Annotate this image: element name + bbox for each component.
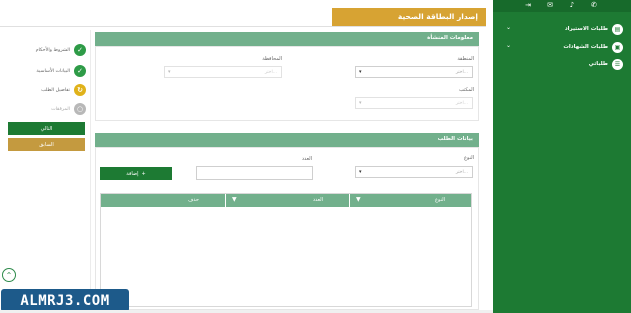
count-input[interactable] xyxy=(196,166,313,180)
items-table: حذف العدد ▼ النوع ▼ xyxy=(100,193,472,307)
header-divider xyxy=(0,26,486,27)
table-header: حذف العدد ▼ النوع ▼ xyxy=(101,194,471,207)
chevron-down-icon[interactable]: ⌄ xyxy=(506,42,511,49)
certificate-icon: ▣ xyxy=(612,41,623,53)
column-delete: حذف xyxy=(188,197,199,203)
dropdown-arrow-icon: ▾ xyxy=(359,69,362,75)
region-label: المنطقة xyxy=(457,56,474,62)
region-select[interactable]: اختر... ▾ xyxy=(355,66,473,78)
office-select[interactable]: اختر... ▾ xyxy=(355,97,473,109)
pending-icon: ○ xyxy=(74,103,86,115)
request-panel-header: بيانات الطلب xyxy=(95,133,479,147)
chat-icon[interactable]: ✆ xyxy=(589,1,599,10)
column-type[interactable]: النوع ▼ xyxy=(349,194,471,207)
step-attachments[interactable]: المرفقات ○ xyxy=(51,103,86,115)
facility-panel-title: معلومات المنشأة xyxy=(427,35,473,41)
dropdown-arrow-icon: ▾ xyxy=(359,169,362,175)
watermark-logo: ALMRJ3.COM xyxy=(1,289,129,312)
type-label: النوع xyxy=(464,155,474,161)
type-select[interactable]: اختر... ▾ xyxy=(355,166,473,178)
sidebar-item-label: طلبات الاستيراد xyxy=(564,26,608,32)
count-label: العدد xyxy=(301,156,312,162)
step-basic-data[interactable]: البيانات الأساسية ✓ xyxy=(36,65,86,77)
sidebar-item-label: طلبات الشهادات xyxy=(563,44,608,50)
office-label: المكتب xyxy=(459,87,474,93)
column-divider xyxy=(90,30,91,313)
dropdown-arrow-icon: ▾ xyxy=(168,69,171,75)
top-bar xyxy=(0,0,493,8)
sidebar-item-certificates[interactable]: طلبات الشهادات ▣ xyxy=(563,41,623,53)
check-icon: ✓ xyxy=(74,44,86,56)
document-icon: ▤ xyxy=(612,23,623,35)
filter-icon[interactable]: ▼ xyxy=(356,196,361,203)
add-button[interactable]: إضافة + xyxy=(100,167,172,180)
bell-icon[interactable]: ♪ xyxy=(567,1,577,10)
page-title-tab: إصدار البطاقة الصحية xyxy=(332,8,486,26)
column-count[interactable]: العدد ▼ xyxy=(225,194,349,207)
governorate-select[interactable]: اختر... ▾ xyxy=(164,66,282,78)
logout-icon[interactable]: ⇥ xyxy=(523,1,533,10)
previous-button[interactable]: السابق xyxy=(8,138,85,151)
governorate-label: المحافظة xyxy=(262,56,282,62)
sidebar-item-imports[interactable]: طلبات الاستيراد ▤ xyxy=(565,23,623,35)
double-chevron-up-icon: ⌃ xyxy=(5,270,13,280)
step-request-details[interactable]: تفاصيل الطلب ↻ xyxy=(41,84,86,96)
sidebar-toolbar: ⇥ ✉ ♪ ✆ xyxy=(493,0,631,12)
check-icon: ✓ xyxy=(74,65,86,77)
filter-icon[interactable]: ▼ xyxy=(232,196,237,203)
list-icon: ☰ xyxy=(612,58,623,70)
dropdown-arrow-icon: ▾ xyxy=(359,100,362,106)
sidebar-item-label: طلباتي xyxy=(588,61,608,67)
chevron-down-icon[interactable]: ⌄ xyxy=(506,24,511,31)
wizard-steps: الشروط والأحكام ✓ البيانات الأساسية ✓ تف… xyxy=(6,44,86,115)
sidebar-item-my-requests[interactable]: طلباتي ☰ xyxy=(589,58,623,70)
scroll-to-top-button[interactable]: ⌃ xyxy=(2,268,16,282)
request-panel-title: بيانات الطلب xyxy=(437,136,473,142)
facility-panel-header: معلومات المنشأة xyxy=(95,32,479,46)
next-button[interactable]: التالي xyxy=(8,122,85,135)
page-title: إصدار البطاقة الصحية xyxy=(397,12,478,21)
mail-icon[interactable]: ✉ xyxy=(545,1,555,10)
step-terms[interactable]: الشروط والأحكام ✓ xyxy=(36,44,86,56)
in-progress-icon: ↻ xyxy=(74,84,86,96)
plus-icon: + xyxy=(141,170,146,177)
